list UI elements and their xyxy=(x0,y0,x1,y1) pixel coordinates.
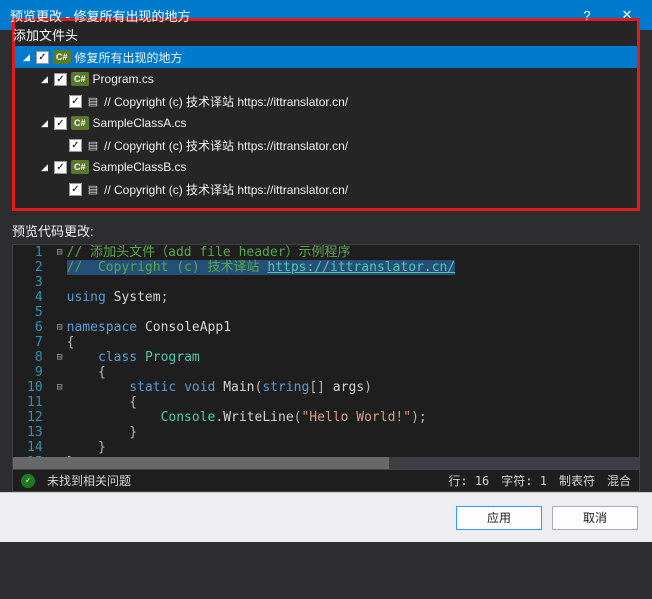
code-line[interactable]: static void Main(string[] args) xyxy=(67,380,639,395)
changes-tree[interactable]: ◢ ✓ C# 修复所有出现的地方 ◢ ✓ C# Program.cs ✓ ▤ // Copy… xyxy=(15,46,637,200)
expand-icon[interactable]: ◢ xyxy=(39,74,50,85)
code-lines[interactable]: // 添加头文件（add file header）示例程序// Copyrigh… xyxy=(67,245,639,457)
line-number: 10 xyxy=(27,380,43,395)
editor-statusbar: ✓ 未找到相关问题 行: 16 字符: 1 制表符 混合 xyxy=(13,469,639,491)
code-line[interactable]: class Program xyxy=(67,350,639,365)
csharp-badge-icon: C# xyxy=(71,72,89,86)
horizontal-scrollbar[interactable] xyxy=(13,457,639,469)
fold-toggle[interactable]: ⊟ xyxy=(53,350,67,365)
csharp-badge-icon: C# xyxy=(53,50,71,64)
fold-toggle xyxy=(53,410,67,425)
tree-root-label: 修复所有出现的地方 xyxy=(75,49,183,66)
tree-change-label: // Copyright (c) 技术译站 https://ittranslat… xyxy=(104,137,348,154)
code-line[interactable]: { xyxy=(67,335,639,350)
tree-change-row[interactable]: ✓ ▤ // Copyright (c) 技术译站 https://ittransl… xyxy=(15,90,637,112)
code-line[interactable]: } xyxy=(67,440,639,455)
preview-header: 预览代码更改: xyxy=(12,221,640,240)
apply-button[interactable]: 应用 xyxy=(456,506,542,530)
fold-toggle xyxy=(53,335,67,350)
code-line[interactable]: Console.WriteLine("Hello World!"); xyxy=(67,410,639,425)
line-number: 3 xyxy=(27,275,43,290)
tree-change-label: // Copyright (c) 技术译站 https://ittranslat… xyxy=(104,181,348,198)
code-line[interactable]: { xyxy=(67,365,639,380)
checkbox[interactable]: ✓ xyxy=(69,139,82,152)
code-preview-panel: 12345678910111213141516 ⊟⊟⊟⊟ // 添加头文件（ad… xyxy=(12,244,640,492)
cancel-button[interactable]: 取消 xyxy=(552,506,638,530)
fold-toggle xyxy=(53,425,67,440)
tree-change-row[interactable]: ✓ ▤ // Copyright (c) 技术译站 https://ittransl… xyxy=(15,178,637,200)
line-number-gutter: 12345678910111213141516 xyxy=(13,245,53,457)
fold-toggle xyxy=(53,395,67,410)
line-number: 8 xyxy=(27,350,43,365)
expand-icon[interactable]: ◢ xyxy=(39,162,50,173)
code-body[interactable]: 12345678910111213141516 ⊟⊟⊟⊟ // 添加头文件（ad… xyxy=(13,245,639,457)
tree-file-row[interactable]: ◢ ✓ C# SampleClassB.cs xyxy=(15,156,637,178)
checkbox[interactable]: ✓ xyxy=(54,73,67,86)
code-line[interactable] xyxy=(67,305,639,320)
line-number: 13 xyxy=(27,425,43,440)
expand-icon[interactable]: ◢ xyxy=(21,52,32,63)
fold-column[interactable]: ⊟ ⊟ ⊟ ⊟ xyxy=(53,245,67,457)
code-line[interactable]: { xyxy=(67,395,639,410)
checkbox[interactable]: ✓ xyxy=(54,117,67,130)
scrollbar-thumb[interactable] xyxy=(13,457,389,469)
line-number: 12 xyxy=(27,410,43,425)
line-number: 6 xyxy=(27,320,43,335)
code-line[interactable] xyxy=(67,275,639,290)
status-line: 行: 16 xyxy=(448,472,489,489)
status-mixed: 混合 xyxy=(607,472,631,489)
csharp-badge-icon: C# xyxy=(71,116,89,130)
line-number: 7 xyxy=(27,335,43,350)
fold-toggle xyxy=(53,440,67,455)
fold-toggle[interactable]: ⊟ xyxy=(53,245,67,260)
tree-file-label: SampleClassA.cs xyxy=(93,116,187,130)
tree-header: 添加文件头 xyxy=(13,25,637,44)
document-icon: ▤ xyxy=(86,182,100,196)
line-number: 4 xyxy=(27,290,43,305)
line-number: 5 xyxy=(27,305,43,320)
checkbox[interactable]: ✓ xyxy=(54,161,67,174)
code-line[interactable]: using System; xyxy=(67,290,639,305)
fold-toggle[interactable]: ⊟ xyxy=(53,320,67,335)
fold-toggle xyxy=(53,305,67,320)
status-tab: 制表符 xyxy=(559,472,595,489)
tree-file-row[interactable]: ◢ ✓ C# Program.cs xyxy=(15,68,637,90)
window-title: 预览更改 - 修复所有出现的地方 xyxy=(10,6,567,25)
tree-change-row[interactable]: ✓ ▤ // Copyright (c) 技术译站 https://ittransl… xyxy=(15,134,637,156)
checkbox[interactable]: ✓ xyxy=(69,183,82,196)
line-number: 11 xyxy=(27,395,43,410)
tree-root-row[interactable]: ◢ ✓ C# 修复所有出现的地方 xyxy=(15,46,637,68)
code-line[interactable]: // Copyright (c) 技术译站 https://ittranslat… xyxy=(67,260,639,275)
expand-icon[interactable]: ◢ xyxy=(39,118,50,129)
status-issues: 未找到相关问题 xyxy=(47,472,131,489)
code-line[interactable]: namespace ConsoleApp1 xyxy=(67,320,639,335)
csharp-badge-icon: C# xyxy=(71,160,89,174)
line-number: 2 xyxy=(27,260,43,275)
changes-tree-panel: 添加文件头 ◢ ✓ C# 修复所有出现的地方 ◢ ✓ C# Program.cs ✓ ▤ /… xyxy=(12,18,640,211)
document-icon: ▤ xyxy=(86,94,100,108)
fold-toggle xyxy=(53,275,67,290)
tree-file-row[interactable]: ◢ ✓ C# SampleClassA.cs xyxy=(15,112,637,134)
fold-toggle xyxy=(53,260,67,275)
fold-toggle xyxy=(53,365,67,380)
checkbox[interactable]: ✓ xyxy=(69,95,82,108)
fold-toggle xyxy=(53,290,67,305)
checkbox[interactable]: ✓ xyxy=(36,51,49,64)
tree-file-label: Program.cs xyxy=(93,72,154,86)
code-line[interactable]: } xyxy=(67,425,639,440)
tree-change-label: // Copyright (c) 技术译站 https://ittranslat… xyxy=(104,93,348,110)
line-number: 14 xyxy=(27,440,43,455)
fold-toggle[interactable]: ⊟ xyxy=(53,380,67,395)
status-char: 字符: 1 xyxy=(501,472,547,489)
line-number: 1 xyxy=(27,245,43,260)
check-icon: ✓ xyxy=(21,474,35,488)
line-number: 9 xyxy=(27,365,43,380)
document-icon: ▤ xyxy=(86,138,100,152)
code-line[interactable]: // 添加头文件（add file header）示例程序 xyxy=(67,245,639,260)
tree-file-label: SampleClassB.cs xyxy=(93,160,187,174)
dialog-button-bar: 应用 取消 xyxy=(0,492,652,542)
